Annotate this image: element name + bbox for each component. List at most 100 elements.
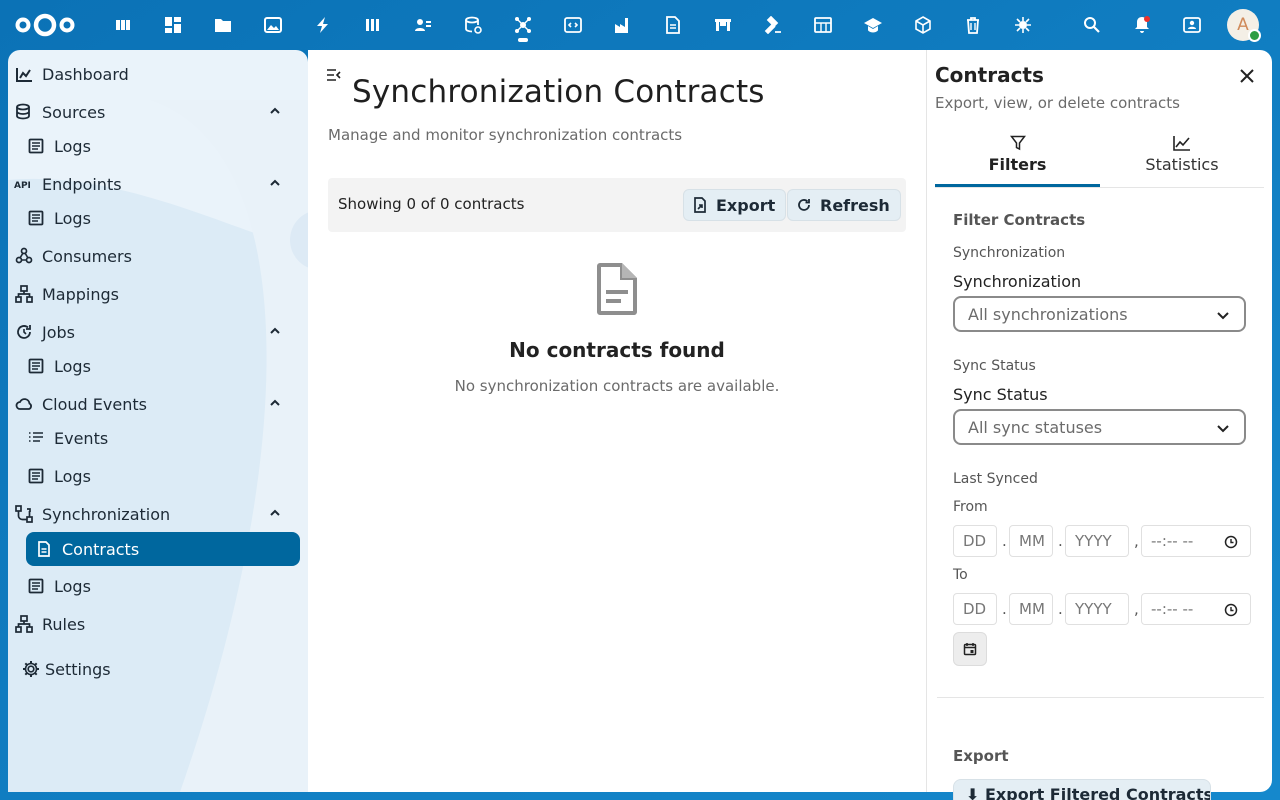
package-app-icon[interactable] xyxy=(910,12,936,38)
nav-synchronization[interactable]: Synchronization xyxy=(14,497,292,531)
contacts-app-icon[interactable] xyxy=(410,12,436,38)
export-label: Export xyxy=(716,195,776,215)
trash-app-icon[interactable] xyxy=(960,12,986,38)
section-divider xyxy=(937,697,1264,698)
nav-settings[interactable]: Settings xyxy=(21,652,299,686)
contracts-toolbar: Showing 0 of 0 contracts Export Refresh xyxy=(328,178,906,232)
chevron-up-icon[interactable] xyxy=(268,176,282,190)
from-time-value: --:-- -- xyxy=(1151,532,1194,550)
nav-cloud-events-events[interactable]: Events xyxy=(26,421,300,455)
date-separator: . xyxy=(1002,532,1007,550)
log-icon xyxy=(26,208,46,228)
contacts-menu-icon[interactable] xyxy=(1179,12,1205,38)
filter-icon xyxy=(1009,135,1026,151)
tab-label: Statistics xyxy=(1145,155,1219,174)
nav-cloud-events-logs[interactable]: Logs xyxy=(26,459,300,493)
nav-dashboard[interactable]: Dashboard xyxy=(14,57,292,91)
storefront-app-icon[interactable] xyxy=(710,12,736,38)
sync-status-select[interactable]: All sync statuses xyxy=(953,409,1246,445)
virus-app-icon[interactable] xyxy=(1010,12,1036,38)
nav-consumers[interactable]: Consumers xyxy=(14,239,292,273)
database-sync-app-icon[interactable] xyxy=(460,12,486,38)
dashboard-app-icon[interactable] xyxy=(160,12,186,38)
webhook-icon xyxy=(14,246,34,266)
from-day-input[interactable]: DD xyxy=(953,525,997,557)
nav-label: Cloud Events xyxy=(42,394,147,414)
gavel-app-icon[interactable] xyxy=(760,12,786,38)
nav-sources-logs[interactable]: Logs xyxy=(26,129,300,163)
from-month-input[interactable]: MM xyxy=(1009,525,1053,557)
to-day-input[interactable]: DD xyxy=(953,593,997,625)
close-icon[interactable] xyxy=(1238,67,1256,85)
nav-label: Events xyxy=(54,428,109,448)
log-icon xyxy=(26,136,46,156)
notifications-bell-icon[interactable] xyxy=(1129,12,1155,38)
nav-label: Logs xyxy=(54,208,91,228)
chevron-down-icon xyxy=(1217,425,1229,433)
log-icon xyxy=(26,466,46,486)
to-month-input[interactable]: MM xyxy=(1009,593,1053,625)
library-app-icon[interactable] xyxy=(360,12,386,38)
clock-icon[interactable] xyxy=(1224,603,1238,617)
chevron-down-icon xyxy=(1217,312,1229,320)
files-app-icon[interactable] xyxy=(210,12,236,38)
nav-endpoints-logs[interactable]: Logs xyxy=(26,201,300,235)
toggle-navigation-icon[interactable] xyxy=(326,68,342,82)
main-content xyxy=(308,50,926,792)
tab-filters[interactable]: Filters xyxy=(935,130,1100,187)
last-synced-label: Last Synced xyxy=(953,471,1038,487)
export-button[interactable]: Export xyxy=(683,189,787,221)
sitemap-icon xyxy=(14,614,34,634)
table-app-icon[interactable] xyxy=(810,12,836,38)
nav-label: Endpoints xyxy=(42,174,122,194)
nav-cloud-events[interactable]: Cloud Events xyxy=(14,387,292,421)
online-status-icon xyxy=(1248,29,1261,42)
openconnector-app-icon[interactable] xyxy=(510,12,536,42)
tab-label: Filters xyxy=(988,155,1047,174)
nav-jobs-logs[interactable]: Logs xyxy=(26,349,300,383)
tab-statistics[interactable]: Statistics xyxy=(1100,130,1264,187)
refresh-button[interactable]: Refresh xyxy=(787,189,901,221)
to-time-input[interactable]: --:-- -- xyxy=(1141,593,1251,625)
nav-rules[interactable]: Rules xyxy=(14,607,292,641)
empty-state-title: No contracts found xyxy=(509,338,725,362)
code-app-icon[interactable] xyxy=(560,12,586,38)
page-subtitle: Manage and monitor synchronization contr… xyxy=(328,126,683,144)
nav-synchronization-contracts[interactable]: Contracts xyxy=(26,532,300,566)
nav-endpoints[interactable]: API Endpoints xyxy=(14,167,292,201)
clock-icon[interactable] xyxy=(1224,535,1238,549)
chevron-up-icon[interactable] xyxy=(268,324,282,338)
from-time-input[interactable]: --:-- -- xyxy=(1141,525,1251,557)
user-avatar[interactable]: A xyxy=(1227,9,1261,42)
nav-mappings[interactable]: Mappings xyxy=(14,277,292,311)
log-icon xyxy=(26,356,46,376)
nav-jobs[interactable]: Jobs xyxy=(14,315,292,349)
chevron-up-icon[interactable] xyxy=(268,506,282,520)
sync-icon xyxy=(14,504,34,524)
calendar-button[interactable] xyxy=(953,632,987,666)
nav-label: Consumers xyxy=(42,246,132,266)
export-filtered-label: Export Filtered Contracts xyxy=(984,785,1211,800)
panel-title: Contracts xyxy=(935,63,1044,87)
nav-label: Mappings xyxy=(42,284,119,304)
nav-label: Settings xyxy=(45,659,111,679)
document-app-icon[interactable] xyxy=(660,12,686,38)
nav-label: Logs xyxy=(54,576,91,596)
activity-app-icon[interactable] xyxy=(310,12,336,38)
search-icon[interactable] xyxy=(1079,12,1105,38)
factory-app-icon[interactable] xyxy=(610,12,636,38)
nav-sources[interactable]: Sources xyxy=(14,95,292,129)
sitemap-icon xyxy=(14,284,34,304)
nav-synchronization-logs[interactable]: Logs xyxy=(26,569,300,603)
log-icon xyxy=(26,576,46,596)
synchronization-select[interactable]: All synchronizations xyxy=(953,296,1246,332)
from-year-input[interactable]: YYYY xyxy=(1065,525,1129,557)
deck-app-icon[interactable] xyxy=(110,12,136,38)
export-filtered-contracts-button[interactable]: ⬇ Export Filtered Contracts xyxy=(953,779,1211,800)
chevron-up-icon[interactable] xyxy=(268,396,282,410)
nextcloud-logo-icon[interactable] xyxy=(14,12,76,42)
education-app-icon[interactable] xyxy=(860,12,886,38)
chevron-up-icon[interactable] xyxy=(268,104,282,118)
photos-app-icon[interactable] xyxy=(260,12,286,38)
to-year-input[interactable]: YYYY xyxy=(1065,593,1129,625)
